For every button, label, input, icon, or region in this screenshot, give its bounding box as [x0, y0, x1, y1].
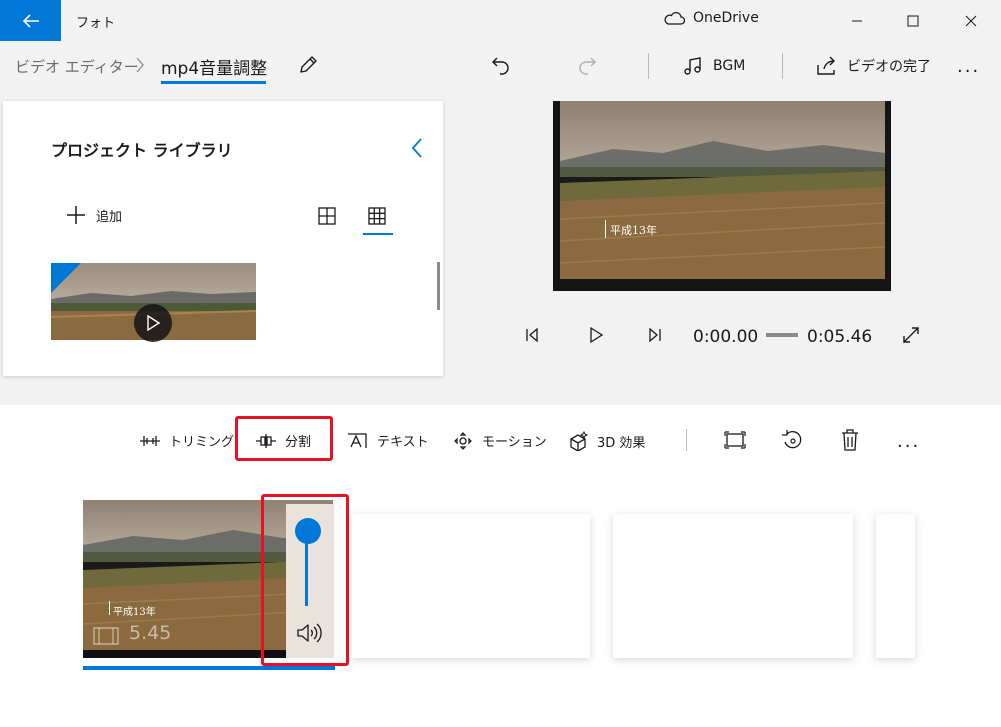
- clip-caption: 平成13年: [113, 607, 156, 618]
- minimize-icon: [852, 20, 862, 21]
- motion-icon: [454, 431, 472, 450]
- motion-label: モーション: [482, 435, 547, 450]
- selected-corner-indicator: [51, 263, 81, 293]
- back-arrow-icon: [22, 13, 39, 28]
- onedrive-label: OneDrive: [693, 10, 759, 26]
- maximize-icon: [907, 15, 919, 26]
- play-icon: [590, 326, 604, 344]
- play-icon: [147, 315, 160, 331]
- storyboard-toolbar-divider: [686, 429, 687, 451]
- grid-large-icon: [318, 207, 336, 225]
- collapse-library-button[interactable]: [410, 137, 424, 159]
- resize-button[interactable]: [724, 431, 746, 449]
- delete-button[interactable]: [840, 429, 860, 451]
- project-title: mp4音量調整: [161, 59, 268, 79]
- undo-icon: [492, 57, 509, 75]
- small-grid-view-button[interactable]: [368, 207, 386, 225]
- total-time: 0:05.46: [807, 327, 873, 347]
- next-frame-button[interactable]: [645, 325, 665, 345]
- export-icon: [817, 56, 835, 75]
- active-view-indicator: [363, 233, 393, 235]
- more-options-button[interactable]: ...: [957, 56, 980, 77]
- empty-storyboard-slot[interactable]: [613, 514, 853, 658]
- play-thumbnail-button[interactable]: [134, 304, 172, 342]
- seek-bar[interactable]: [766, 333, 798, 337]
- back-button[interactable]: [0, 0, 61, 41]
- split-highlight-box: [235, 416, 333, 461]
- breadcrumb-root[interactable]: ビデオ エディター: [15, 56, 139, 77]
- trim-icon: [140, 435, 160, 446]
- cloud-icon: [664, 11, 685, 25]
- film-icon: [93, 627, 119, 645]
- 3d-effects-button[interactable]: 3D 効果: [567, 431, 645, 451]
- rename-button[interactable]: [297, 54, 319, 76]
- project-title-underline: [161, 81, 266, 84]
- preview-caption: 平成13年: [610, 224, 657, 237]
- chevron-right-icon: [135, 56, 145, 74]
- rotate-button[interactable]: [781, 429, 803, 451]
- text-label: テキスト: [377, 435, 429, 450]
- pencil-icon: [300, 56, 317, 73]
- add-media-button[interactable]: 追加: [66, 205, 122, 225]
- clip-caption-bar: [109, 601, 110, 615]
- previous-frame-button[interactable]: [522, 325, 542, 345]
- storyboard-more-button[interactable]: ...: [897, 431, 920, 452]
- finish-video-label: ビデオの完了: [847, 59, 931, 75]
- previous-frame-icon: [526, 327, 538, 343]
- project-library-title: プロジェクト ライブラリ: [51, 141, 233, 160]
- app-title: フォト: [76, 16, 116, 31]
- volume-highlight-box: [261, 494, 349, 666]
- toolbar-divider: [782, 53, 783, 79]
- 3d-effects-icon: [570, 431, 589, 451]
- fullscreen-button[interactable]: [901, 325, 921, 345]
- play-button[interactable]: [586, 325, 606, 345]
- minimize-button[interactable]: [831, 0, 883, 41]
- trim-label: トリミング: [169, 435, 235, 450]
- finish-video-button[interactable]: ビデオの完了: [815, 56, 931, 76]
- preview-caption-bar: [605, 220, 606, 238]
- empty-storyboard-slot[interactable]: [876, 514, 915, 658]
- trash-icon: [842, 429, 858, 451]
- clip-duration: 5.45: [129, 622, 172, 644]
- clip-selected-indicator: [83, 666, 335, 670]
- plus-icon: [67, 206, 85, 224]
- library-scrollbar[interactable]: [437, 262, 440, 310]
- chevron-left-icon: [411, 138, 422, 158]
- text-icon: [348, 432, 367, 448]
- close-button[interactable]: [945, 0, 997, 41]
- undo-button[interactable]: [491, 55, 511, 75]
- text-button[interactable]: テキスト: [347, 431, 429, 450]
- bgm-label: BGM: [713, 58, 746, 74]
- trim-button[interactable]: トリミング: [139, 431, 234, 450]
- toolbar-divider: [648, 53, 649, 79]
- rotate-icon: [782, 430, 802, 449]
- add-media-label: 追加: [96, 209, 123, 225]
- close-icon: [965, 15, 977, 26]
- 3d-effects-label: 3D 効果: [597, 435, 646, 451]
- redo-icon: [579, 57, 596, 75]
- next-frame-icon: [649, 327, 661, 343]
- preview-scene-image: [559, 101, 886, 279]
- empty-storyboard-slot[interactable]: [352, 514, 590, 658]
- maximize-button[interactable]: [887, 0, 939, 41]
- bgm-button[interactable]: BGM: [683, 56, 745, 76]
- redo-button[interactable]: [577, 55, 597, 75]
- motion-button[interactable]: モーション: [452, 431, 547, 450]
- current-time: 0:00.00: [693, 327, 759, 347]
- video-preview[interactable]: [553, 101, 891, 291]
- grid-small-icon: [368, 207, 386, 225]
- expand-icon: [903, 327, 919, 343]
- music-note-icon: [684, 57, 701, 75]
- resize-icon: [724, 431, 746, 449]
- large-grid-view-button[interactable]: [318, 207, 336, 225]
- onedrive-button[interactable]: OneDrive: [663, 10, 759, 26]
